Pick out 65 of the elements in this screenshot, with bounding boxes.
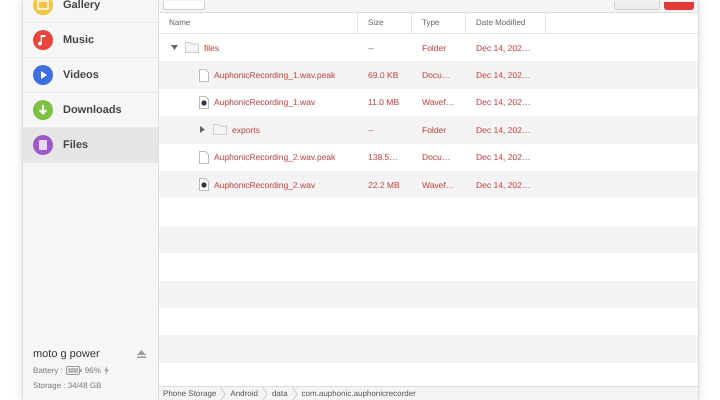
column-header[interactable]: Name bbox=[159, 13, 358, 33]
file-date: Dec 14, 202… bbox=[476, 97, 530, 108]
file-name: AuphonicRecording_2.wav bbox=[214, 180, 316, 190]
file-row[interactable]: files -- Folder Dec 14, 202… bbox=[159, 34, 698, 62]
file-date: Dec 14, 202… bbox=[476, 70, 530, 80]
sidebar-item[interactable]: Music bbox=[23, 23, 158, 58]
delete-button[interactable] bbox=[664, 2, 694, 10]
folder-icon bbox=[185, 42, 199, 54]
sidebar-item[interactable]: Gallery bbox=[23, 0, 158, 23]
audio-file-icon bbox=[199, 178, 209, 192]
sidebar-item[interactable]: Files bbox=[23, 128, 158, 163]
file-size: 22.2 MB bbox=[368, 180, 400, 190]
file-size: -- bbox=[368, 124, 374, 135]
file-name: AuphonicRecording_1.wav.peak bbox=[214, 70, 336, 80]
caret-down-icon[interactable] bbox=[171, 44, 178, 52]
chevron-icon bbox=[292, 386, 298, 400]
download-icon bbox=[33, 100, 53, 120]
file-date: Dec 14, 202… bbox=[476, 152, 530, 162]
document-icon bbox=[199, 150, 209, 164]
chevron-icon bbox=[220, 386, 226, 400]
document-icon bbox=[33, 135, 53, 155]
back-button[interactable] bbox=[163, 1, 205, 10]
file-date: Dec 14, 202… bbox=[476, 180, 530, 190]
file-size: 69.0 KB bbox=[368, 70, 398, 80]
file-date: Dec 14, 202… bbox=[476, 124, 530, 135]
file-name: AuphonicRecording_2.wav.peak bbox=[214, 152, 336, 162]
sidebar-item[interactable]: Videos bbox=[23, 58, 158, 93]
file-name: AuphonicRecording_1.wav bbox=[214, 97, 316, 108]
file-type: Docu… bbox=[422, 70, 450, 80]
file-type: Folder bbox=[422, 42, 446, 53]
battery-percent: 96% bbox=[84, 366, 101, 375]
battery-label: Battery : bbox=[33, 366, 63, 375]
file-size: -- bbox=[368, 42, 374, 53]
file-type: Wavef… bbox=[422, 180, 454, 190]
eject-icon[interactable] bbox=[137, 350, 146, 358]
column-header[interactable]: Size bbox=[358, 13, 412, 33]
file-date: Dec 14, 202… bbox=[476, 42, 530, 53]
breadcrumb[interactable]: Android bbox=[230, 389, 258, 398]
file-size: 11.0 MB bbox=[368, 97, 400, 108]
chevron-icon bbox=[262, 386, 268, 400]
breadcrumb[interactable]: com.auphonic.auphonicrecorder bbox=[302, 389, 416, 398]
breadcrumb[interactable]: Phone Storage bbox=[163, 389, 216, 398]
play-icon bbox=[33, 65, 53, 85]
caret-right-icon[interactable] bbox=[199, 126, 206, 134]
file-type: Wavef… bbox=[422, 97, 454, 108]
document-icon bbox=[199, 68, 209, 82]
file-type: Docu… bbox=[422, 152, 450, 162]
file-row[interactable]: AuphonicRecording_1.wav.peak 69.0 KB Docu… Dec 14, 202… bbox=[159, 61, 698, 89]
battery-icon bbox=[66, 366, 82, 375]
column-header[interactable]: Date Modified bbox=[466, 13, 546, 33]
folder-icon bbox=[213, 124, 227, 136]
file-row[interactable]: AuphonicRecording_2.wav 22.2 MB Wavef… Dec 14, 202… bbox=[159, 170, 698, 198]
column-header[interactable]: Type bbox=[412, 13, 466, 33]
storage-info: Storage : 34/48 GB bbox=[33, 381, 102, 390]
view-toggle[interactable] bbox=[614, 1, 660, 10]
file-size: 138.5… bbox=[368, 152, 398, 162]
file-type: Folder bbox=[422, 124, 446, 135]
file-row[interactable]: AuphonicRecording_2.wav.peak 138.5… Docu… Dec 14, 202… bbox=[159, 144, 698, 171]
file-row[interactable]: exports -- Folder Dec 14, 202… bbox=[159, 116, 698, 144]
audio-file-icon bbox=[199, 96, 209, 109]
device-name: moto g power bbox=[33, 348, 100, 360]
breadcrumb[interactable]: data bbox=[272, 389, 288, 398]
file-name: files bbox=[204, 42, 220, 53]
file-name: exports bbox=[232, 124, 260, 135]
music-note-icon bbox=[33, 30, 53, 50]
